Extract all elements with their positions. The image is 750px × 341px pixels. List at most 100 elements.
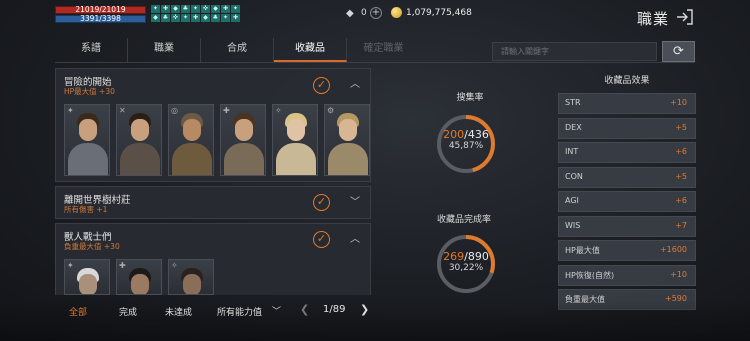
buff-icon[interactable]: ✜: [171, 14, 180, 22]
hp-bar: 21019/21019: [55, 5, 146, 14]
effect-row: WIS +7: [558, 215, 696, 237]
effect-name: INT: [565, 147, 579, 156]
buff-icon[interactable]: ✦: [221, 14, 230, 22]
next-page-icon[interactable]: ❯: [360, 303, 369, 316]
class-icon: ✧: [275, 106, 282, 115]
search-input[interactable]: 請輸入關鍵字: [492, 42, 657, 61]
buff-list: ✦ ✚ ◆ ♣ ✦ ✜ ◆ ✚ ✦ ◆ ♣ ✜ ✦ ✚ ◆ ♣ ✦ ✚: [151, 5, 246, 22]
refresh-icon: ⟳: [673, 44, 684, 59]
effect-row: CON +5: [558, 166, 696, 188]
buff-icon[interactable]: ◆: [171, 5, 180, 13]
chevron-down-icon[interactable]: ﹀: [349, 197, 361, 209]
effect-row: AGI +6: [558, 191, 696, 212]
buff-icon[interactable]: ✦: [191, 5, 200, 13]
filter-stat-dropdown[interactable]: 所有能力值: [217, 305, 262, 318]
check-icon: ✓: [313, 77, 330, 94]
gem-count: 0: [361, 8, 367, 18]
buff-icon[interactable]: ◆: [201, 14, 210, 22]
filter-all[interactable]: 全部: [69, 305, 87, 318]
character-portrait[interactable]: ✕: [116, 104, 162, 176]
tab-lineage[interactable]: 系譜: [55, 38, 128, 62]
collection-card[interactable]: 冒險的開始 HP最大值 +30 ✓ ︿ ✦ ✕ ◎ ✚ ✧ ⚙: [55, 68, 371, 182]
effect-name: HP最大值: [565, 246, 600, 255]
effect-row: HP恢復(自然) +10: [558, 264, 696, 286]
complete-current: 269: [443, 250, 465, 263]
chevron-up-icon[interactable]: ︿: [349, 234, 361, 246]
buff-icon[interactable]: ♣: [211, 14, 220, 22]
buff-icon[interactable]: ♣: [181, 5, 190, 13]
tab-synthesis[interactable]: 合成: [201, 38, 274, 62]
buff-icon[interactable]: ✦: [231, 5, 240, 13]
filter-incomplete[interactable]: 未達成: [165, 305, 192, 318]
buff-icon[interactable]: ◆: [151, 14, 160, 22]
collect-percent: 45,87%: [448, 141, 484, 151]
collection-card[interactable]: 獸人戰士們 負重最大值 +30 ✓ ︿ ✦ ✚ ✧: [55, 223, 371, 295]
check-icon: ✓: [313, 231, 330, 248]
chevron-up-icon[interactable]: ︿: [349, 79, 361, 91]
collect-current: 200: [443, 128, 465, 141]
buff-icon[interactable]: ◆: [211, 5, 220, 13]
buff-icon[interactable]: ✚: [231, 14, 240, 22]
effect-row: INT +6: [558, 142, 696, 163]
chevron-down-icon[interactable]: ﹀: [272, 304, 281, 317]
prev-page-icon[interactable]: ❮: [300, 303, 309, 316]
buff-icon[interactable]: ♣: [161, 14, 170, 22]
effect-name: STR: [565, 98, 581, 107]
character-portrait[interactable]: ◎: [168, 104, 214, 176]
buff-icon[interactable]: ✜: [201, 5, 210, 13]
collect-rate-value: 200/436 45,87%: [435, 128, 497, 151]
top-bar: 21019/21019 3391/3398 ✦ ✚ ◆ ♣ ✦ ✜ ◆ ✚ ✦ …: [0, 0, 750, 30]
page-indicator: 1/89: [323, 304, 346, 315]
character-portrait[interactable]: ✦: [64, 104, 110, 176]
filter-complete[interactable]: 完成: [119, 305, 137, 318]
collection-list[interactable]: 冒險的開始 HP最大值 +30 ✓ ︿ ✦ ✕ ◎ ✚ ✧ ⚙ 離開世界樹村莊 …: [55, 68, 371, 295]
page-title: 職業: [637, 10, 670, 28]
exit-icon[interactable]: [676, 8, 694, 26]
class-icon: ✦: [67, 106, 74, 115]
effect-row: STR +10: [558, 93, 696, 114]
character-portrait[interactable]: ✧: [168, 259, 214, 295]
effect-value: +10: [670, 269, 687, 279]
buff-icon[interactable]: ✚: [191, 14, 200, 22]
class-icon: ⚙: [327, 106, 335, 115]
effects-title: 收藏品效果: [604, 76, 650, 86]
portrait-row: ✦ ✕ ◎ ✚ ✧ ⚙: [64, 104, 370, 176]
portrait-row: ✦ ✚ ✧: [64, 259, 214, 295]
effect-value: +6: [675, 147, 687, 156]
buff-icon[interactable]: ✚: [161, 5, 170, 13]
effect-name: HP恢復(自然): [565, 270, 615, 280]
tab-confirm-class[interactable]: 確定職業: [347, 38, 420, 62]
effect-value: +10: [670, 98, 687, 107]
character-portrait[interactable]: ✦: [64, 259, 110, 295]
effect-name: DEX: [565, 122, 582, 132]
effect-name: WIS: [565, 220, 581, 230]
effect-value: +6: [675, 196, 687, 205]
card-bonus: 所有傷害 +1: [64, 205, 108, 214]
tab-divider: [55, 62, 695, 63]
tab-class[interactable]: 職業: [128, 38, 201, 62]
effect-row: DEX +5: [558, 117, 696, 139]
class-icon: ◎: [171, 106, 178, 115]
refresh-button[interactable]: ⟳: [662, 41, 695, 62]
buff-icon[interactable]: ✚: [221, 5, 230, 13]
tab-collection[interactable]: 收藏品: [274, 38, 347, 62]
card-bonus: HP最大值 +30: [64, 87, 115, 96]
buff-icon[interactable]: ✦: [151, 5, 160, 13]
character-portrait[interactable]: ✚: [220, 104, 266, 176]
complete-total: /890: [464, 250, 489, 263]
effect-name: AGI: [565, 196, 579, 205]
filter-bar: 全部 完成 未達成 所有能力值 ﹀ ❮ 1/89 ❯: [55, 298, 371, 324]
mp-text: 3391/3398: [80, 14, 121, 23]
character-portrait[interactable]: ✚: [116, 259, 162, 295]
buff-icon[interactable]: ✦: [181, 14, 190, 22]
effects-list: STR +10 DEX +5 INT +6 CON +5 AGI +6 WIS +7 HP最…: [558, 93, 696, 314]
character-portrait[interactable]: ✧: [272, 104, 318, 176]
collect-rate-label: 搜集率: [456, 93, 484, 103]
class-icon: ✚: [223, 106, 230, 115]
effect-row: HP最大值 +1600: [558, 240, 696, 261]
complete-percent: 30,22%: [448, 263, 484, 273]
collection-card[interactable]: 離開世界樹村莊 所有傷害 +1 ✓ ﹀: [55, 186, 371, 219]
character-portrait[interactable]: ⚙: [324, 104, 370, 176]
add-gem-button[interactable]: +: [370, 7, 382, 19]
class-icon: ✚: [119, 261, 126, 270]
